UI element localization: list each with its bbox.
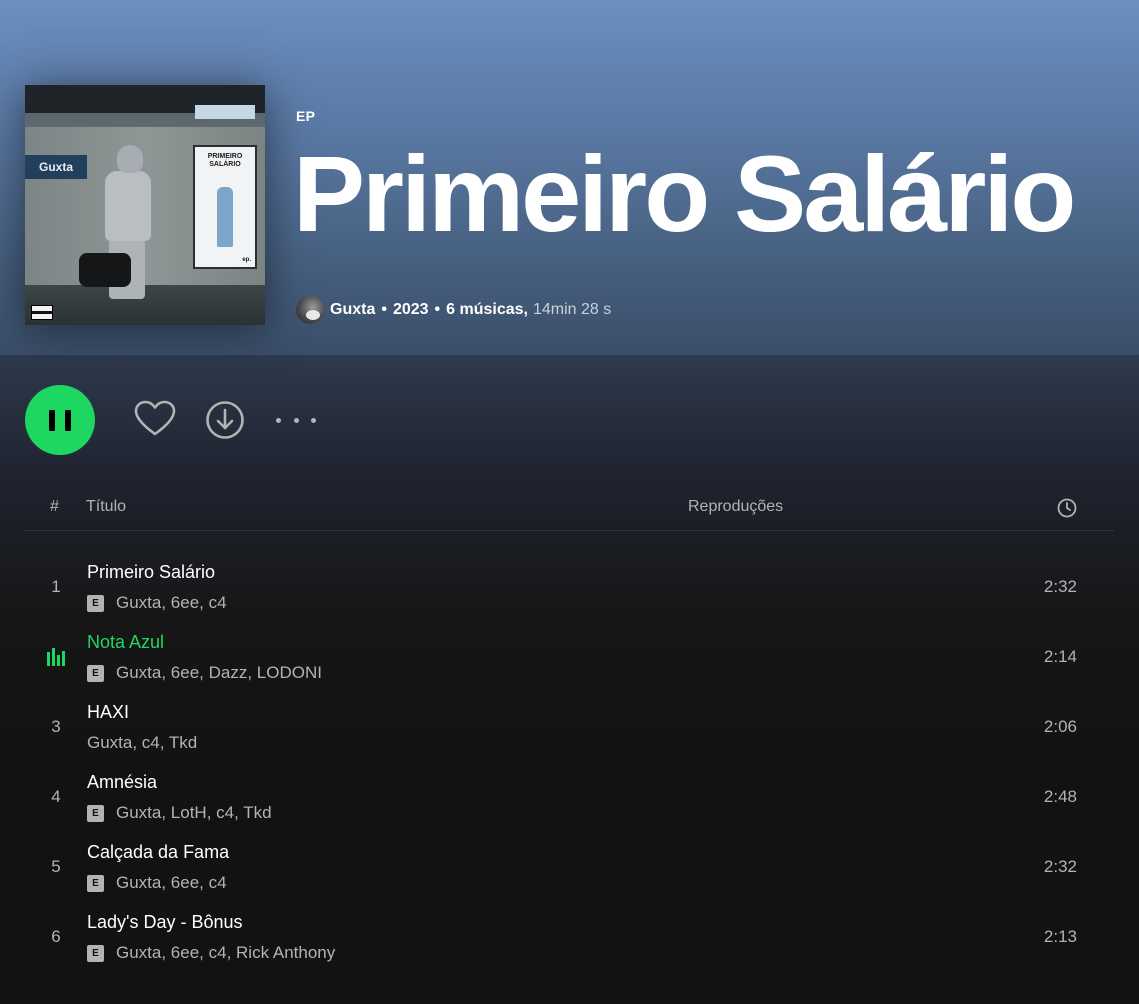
track-number: 3: [51, 717, 61, 736]
album-type-label: EP: [296, 108, 316, 124]
track-artists-line: E Guxta, 6ee, Dazz, LODONI: [87, 662, 322, 684]
track-duration: 2:14: [1043, 647, 1077, 666]
column-title[interactable]: Título: [86, 498, 126, 516]
pause-icon: [65, 410, 71, 431]
track-artists[interactable]: Guxta, LotH, c4, Tkd: [116, 803, 272, 823]
download-icon: [206, 401, 244, 439]
track-title[interactable]: Lady's Day - Bônus: [87, 912, 243, 933]
track-artists-line: E Guxta, LotH, c4, Tkd: [87, 802, 272, 824]
track-title[interactable]: Nota Azul: [87, 632, 164, 653]
explicit-badge: E: [87, 874, 104, 892]
column-number: #: [50, 498, 59, 515]
album-duration: 14min 28 s: [532, 301, 612, 318]
track-title[interactable]: Primeiro Salário: [87, 562, 215, 583]
album-title: Primeiro Salário: [293, 133, 1076, 254]
now-playing-indicator: [25, 622, 87, 692]
track-artists[interactable]: Guxta, c4, Tkd: [87, 733, 197, 753]
artist-avatar[interactable]: [296, 296, 324, 324]
cover-poster-title: PRIMEIRO SALÁRIO: [207, 153, 243, 168]
track-row[interactable]: Nota Azul E Guxta, 6ee, Dazz, LODONI 2:1…: [25, 622, 1114, 692]
track-number: 4: [51, 787, 61, 806]
artist-link[interactable]: Guxta: [330, 301, 375, 319]
cover-poster: PRIMEIRO SALÁRIO ep.: [193, 145, 257, 269]
meta-separator: •: [381, 301, 387, 318]
track-duration: 2:48: [1043, 787, 1077, 806]
cover-poster-ep: ep.: [242, 257, 251, 263]
track-row[interactable]: 3 HAXI Guxta, c4, Tkd 2:06: [25, 692, 1114, 762]
track-artists-line: E Guxta, 6ee, c4: [87, 872, 227, 894]
explicit-badge: E: [87, 804, 104, 822]
track-artists[interactable]: Guxta, 6ee, c4: [116, 593, 227, 613]
track-artists[interactable]: Guxta, 6ee, Dazz, LODONI: [116, 663, 322, 683]
album-page: Guxta PRIMEIRO SALÁRIO ep. EP Primeiro S…: [0, 0, 1139, 1004]
cover-sign: Guxta: [25, 155, 87, 179]
cover-bag: [79, 253, 131, 287]
more-icon: [276, 417, 281, 423]
tracklist-header: # Título Reproduções: [25, 490, 1114, 531]
track-artists[interactable]: Guxta, 6ee, c4: [116, 873, 227, 893]
meta-separator: •: [434, 301, 441, 318]
explicit-badge: E: [87, 664, 104, 682]
album-cover[interactable]: Guxta PRIMEIRO SALÁRIO ep.: [25, 85, 265, 325]
explicit-badge: E: [87, 594, 104, 612]
parental-advisory-icon: [31, 305, 53, 320]
track-title[interactable]: Calçada da Fama: [87, 842, 229, 863]
album-meta: Guxta • 2023 • 6 músicas, 14min 28 s: [296, 295, 611, 325]
cover-poster-figure: [217, 187, 233, 247]
track-duration: 2:32: [1043, 577, 1077, 596]
track-number: 5: [51, 857, 61, 876]
tracklist: 1 Primeiro Salário E Guxta, 6ee, c4 2:32…: [25, 552, 1114, 972]
track-artists[interactable]: Guxta, 6ee, c4, Rick Anthony: [116, 943, 335, 963]
track-title[interactable]: HAXI: [87, 702, 129, 723]
more-options-button[interactable]: [276, 406, 316, 434]
track-row[interactable]: 6 Lady's Day - Bônus E Guxta, 6ee, c4, R…: [25, 902, 1114, 972]
equalizer-icon: [47, 648, 65, 666]
album-year: 2023: [392, 301, 429, 318]
pause-button[interactable]: [25, 385, 95, 455]
download-button[interactable]: [204, 399, 246, 441]
cover-floor: [25, 285, 265, 325]
pause-icon: [49, 410, 55, 431]
cover-person-body: [105, 171, 151, 241]
track-count: 6 músicas,: [446, 301, 528, 318]
column-plays[interactable]: Reproduções: [688, 498, 783, 516]
heart-icon: [134, 400, 176, 436]
track-number: 6: [51, 927, 61, 946]
album-header: Guxta PRIMEIRO SALÁRIO ep. EP Primeiro S…: [0, 0, 1139, 355]
cover-light: [195, 105, 255, 119]
clock-icon[interactable]: [1056, 497, 1078, 519]
track-duration: 2:06: [1043, 717, 1077, 736]
save-to-library-button[interactable]: [133, 398, 177, 442]
track-number: 1: [51, 577, 61, 596]
explicit-badge: E: [87, 944, 104, 962]
track-duration: 2:32: [1043, 857, 1077, 876]
track-title[interactable]: Amnésia: [87, 772, 157, 793]
track-row[interactable]: 1 Primeiro Salário E Guxta, 6ee, c4 2:32: [25, 552, 1114, 622]
track-row[interactable]: 4 Amnésia E Guxta, LotH, c4, Tkd 2:48: [25, 762, 1114, 832]
track-artists-line: E Guxta, 6ee, c4: [87, 592, 227, 614]
track-row[interactable]: 5 Calçada da Fama E Guxta, 6ee, c4 2:32: [25, 832, 1114, 902]
track-duration: 2:13: [1043, 927, 1077, 946]
cover-person-head: [117, 145, 143, 173]
track-artists-line: Guxta, c4, Tkd: [87, 732, 197, 754]
track-artists-line: E Guxta, 6ee, c4, Rick Anthony: [87, 942, 335, 964]
